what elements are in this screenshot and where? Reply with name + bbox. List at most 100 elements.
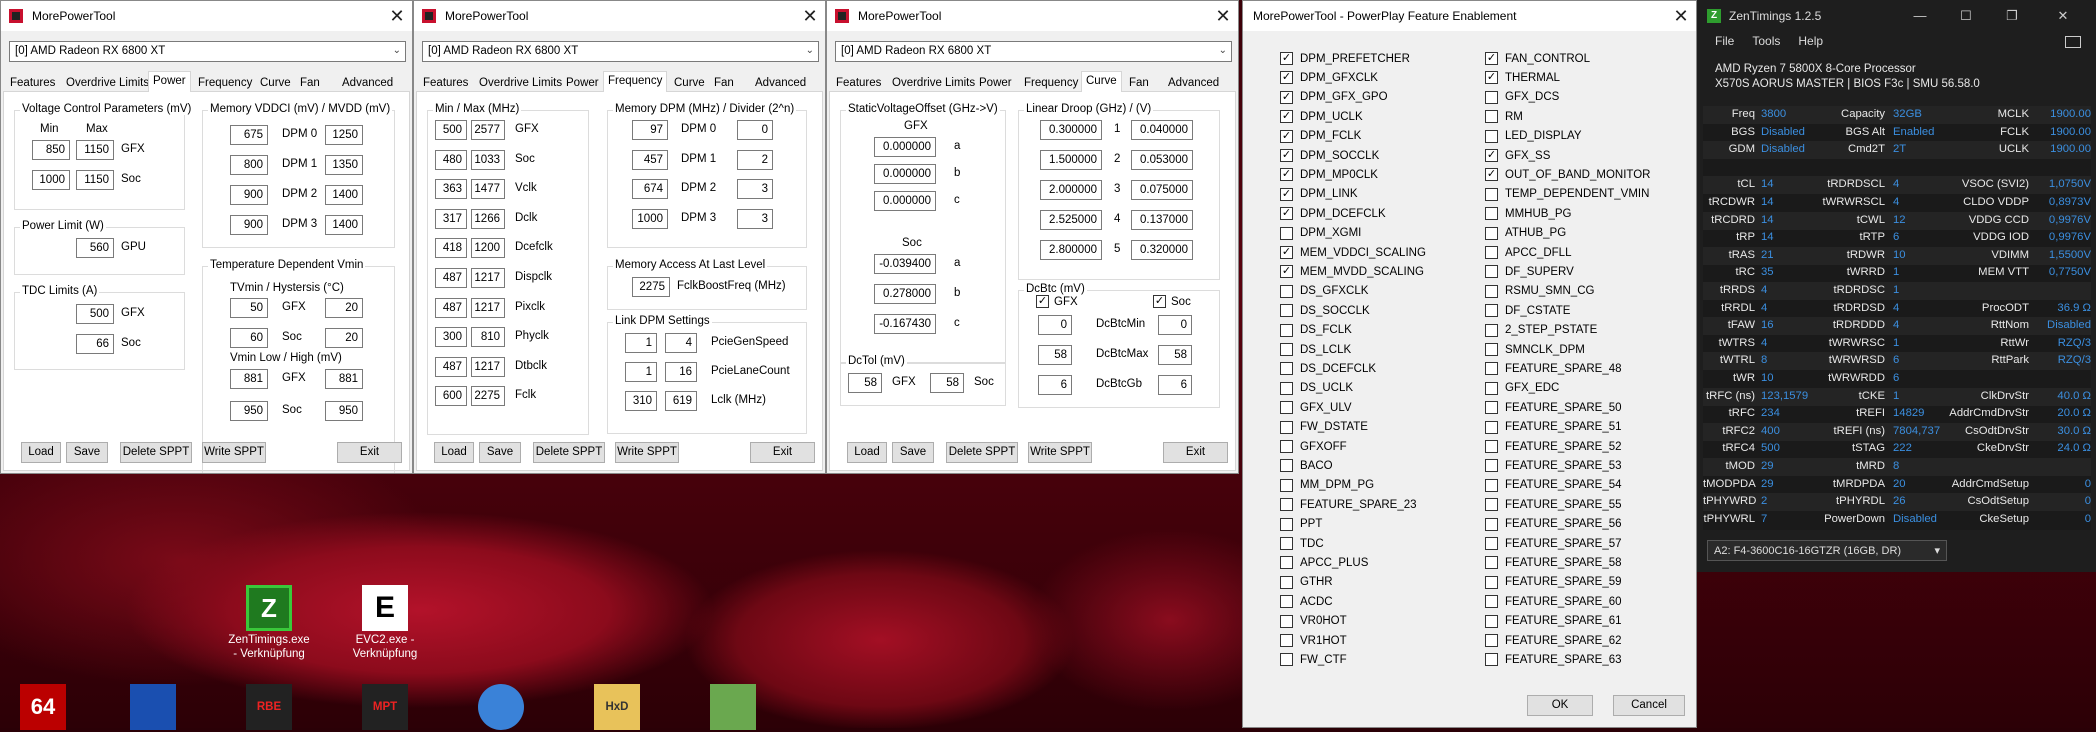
feature-checkbox-item[interactable]: DS_SOCCLK <box>1280 301 1370 320</box>
checkbox-unchecked-icon[interactable] <box>1280 614 1293 628</box>
power-limit-field[interactable]: 560 <box>76 238 114 258</box>
tv-gfx-b-field[interactable]: 20 <box>325 298 363 318</box>
tab-fan[interactable]: Fan <box>295 73 325 92</box>
memory-module-select[interactable]: A2: F4-3600C16-16GTZR (16GB, DR) ▾ <box>1707 540 1947 561</box>
load-button[interactable]: Load <box>21 442 61 463</box>
checkbox-unchecked-icon[interactable] <box>1485 362 1498 376</box>
feature-checkbox-item[interactable]: ✓ DPM_PREFETCHER <box>1280 49 1410 68</box>
feature-checkbox-item[interactable]: ✓ DPM_LINK <box>1280 185 1358 204</box>
restore-icon[interactable]: ❐ <box>1989 0 2035 31</box>
tab-frequency[interactable]: Frequency <box>193 73 257 92</box>
screenshot-icon[interactable] <box>2065 36 2081 48</box>
droop-freq-field[interactable]: 0.300000 <box>1040 120 1102 140</box>
tab-power[interactable]: Power <box>148 71 191 92</box>
memdpm-divider-field[interactable]: 0 <box>737 120 773 140</box>
dpm-vddci-field[interactable]: 900 <box>230 185 268 205</box>
checkbox-unchecked-icon[interactable] <box>1485 614 1498 628</box>
feature-checkbox-item[interactable]: SMNCLK_DPM <box>1485 340 1585 359</box>
tab-features[interactable]: Features <box>5 73 60 92</box>
lclk-b-field[interactable]: 619 <box>665 391 697 411</box>
cancel-button[interactable]: Cancel <box>1613 695 1685 716</box>
write-sppt-button[interactable]: Write SPPT <box>202 442 266 463</box>
memdpm-freq-field[interactable]: 457 <box>632 149 668 170</box>
menu-tools[interactable]: Tools <box>1752 34 1780 48</box>
maximize-icon[interactable]: ☐ <box>1943 0 1989 31</box>
droop-volt-field[interactable]: 0.040000 <box>1131 120 1193 140</box>
dcbtc-soc-field[interactable]: 0 <box>1158 315 1192 335</box>
feature-checkbox-item[interactable]: FEATURE_SPARE_23 <box>1280 495 1417 514</box>
checkbox-unchecked-icon[interactable] <box>1280 517 1293 531</box>
checkbox-checked-icon[interactable]: ✓ <box>1280 129 1293 143</box>
checkbox-checked-icon[interactable]: ✓ <box>1280 149 1293 162</box>
checkbox-unchecked-icon[interactable] <box>1485 517 1498 531</box>
desktop-icon-hxd[interactable]: HxD <box>574 684 660 732</box>
load-button[interactable]: Load <box>847 442 887 463</box>
dcbtc-gfx-field[interactable]: 6 <box>1038 375 1072 395</box>
freq-min-field[interactable]: 487 <box>435 356 467 377</box>
svo-gfx-field[interactable]: 0.000000 <box>874 164 936 184</box>
save-button[interactable]: Save <box>479 442 521 463</box>
feature-checkbox-item[interactable]: DF_SUPERV <box>1485 262 1574 281</box>
vc-gfx-min-field[interactable]: 850 <box>32 140 70 160</box>
feature-checkbox-item[interactable]: FEATURE_SPARE_54 <box>1485 476 1622 495</box>
checkbox-unchecked-icon[interactable] <box>1485 343 1498 356</box>
gpu-select[interactable]: [0] AMD Radeon RX 6800 XT ⌄ <box>422 41 819 62</box>
checkbox-unchecked-icon[interactable] <box>1280 226 1293 240</box>
delete-sppt-button[interactable]: Delete SPPT <box>120 442 192 463</box>
svo-soc-field[interactable]: 0.278000 <box>874 284 936 304</box>
freq-min-field[interactable]: 487 <box>435 297 467 318</box>
feature-checkbox-item[interactable]: 2_STEP_PSTATE <box>1485 321 1597 340</box>
feature-checkbox-item[interactable]: ✓ GFX_SS <box>1485 146 1550 165</box>
ok-button[interactable]: OK <box>1527 695 1593 716</box>
memdpm-freq-field[interactable]: 674 <box>632 179 668 200</box>
vm-gfx-b-field[interactable]: 881 <box>325 369 363 389</box>
tab-power[interactable]: Power <box>561 73 604 92</box>
feature-checkbox-item[interactable]: TDC <box>1280 534 1324 553</box>
checkbox-unchecked-icon[interactable] <box>1280 575 1293 589</box>
checkbox-unchecked-icon[interactable] <box>1485 653 1498 667</box>
checkbox-checked-icon[interactable]: ✓ <box>1485 71 1498 85</box>
vc-gfx-max-field[interactable]: 1150 <box>76 140 114 160</box>
checkbox-unchecked-icon[interactable] <box>1485 634 1498 647</box>
exit-button[interactable]: Exit <box>337 442 402 463</box>
feature-checkbox-item[interactable]: RSMU_SMN_CG <box>1485 282 1594 301</box>
desktop-icon-aida64[interactable]: 64 <box>0 684 86 732</box>
checkbox-unchecked-icon[interactable] <box>1280 459 1293 473</box>
feature-checkbox-item[interactable]: FEATURE_SPARE_55 <box>1485 495 1622 514</box>
close-icon[interactable]: ✕ <box>1208 1 1238 31</box>
checkbox-unchecked-icon[interactable] <box>1485 498 1498 512</box>
write-sppt-button[interactable]: Write SPPT <box>615 442 679 463</box>
dpm-vddci-field[interactable]: 675 <box>230 125 268 145</box>
desktop-icon-rbe[interactable]: RBE <box>226 684 312 732</box>
dcbtc-gfx-field[interactable]: 58 <box>1038 345 1072 365</box>
checkbox-unchecked-icon[interactable] <box>1280 362 1293 376</box>
tab-curve[interactable]: Curve <box>255 73 296 92</box>
feature-checkbox-item[interactable]: DS_GFXCLK <box>1280 282 1368 301</box>
feature-checkbox-item[interactable]: ✓ DPM_GFX_GPO <box>1280 88 1388 107</box>
memdpm-divider-field[interactable]: 3 <box>737 208 773 229</box>
feature-checkbox-item[interactable]: RM <box>1485 107 1523 126</box>
freq-min-field[interactable]: 300 <box>435 327 467 348</box>
freq-min-field[interactable]: 500 <box>435 120 467 140</box>
tdc-soc-field[interactable]: 66 <box>76 334 114 354</box>
tab-features[interactable]: Features <box>418 73 473 92</box>
freq-min-field[interactable]: 600 <box>435 386 467 407</box>
feature-checkbox-item[interactable]: FEATURE_SPARE_58 <box>1485 553 1622 572</box>
feature-checkbox-item[interactable]: FEATURE_SPARE_62 <box>1485 631 1622 650</box>
dcbtc-gfx-field[interactable]: 0 <box>1038 315 1072 335</box>
feature-checkbox-item[interactable]: FEATURE_SPARE_51 <box>1485 418 1622 437</box>
freq-min-field[interactable]: 487 <box>435 268 467 288</box>
feature-checkbox-item[interactable]: ✓ MEM_VDDCI_SCALING <box>1280 243 1426 262</box>
checkbox-unchecked-icon[interactable] <box>1485 556 1498 570</box>
tab-advanced[interactable]: Advanced <box>750 73 811 92</box>
feature-checkbox-item[interactable]: DPM_XGMI <box>1280 224 1361 243</box>
save-button[interactable]: Save <box>892 442 934 463</box>
checkbox-checked-icon[interactable]: ✓ <box>1485 52 1498 65</box>
checkbox-unchecked-icon[interactable] <box>1485 537 1498 550</box>
feature-checkbox-item[interactable]: GFX_DCS <box>1485 88 1559 107</box>
close-icon[interactable]: ✕ <box>382 1 412 31</box>
tab-overdrive-limits[interactable]: Overdrive Limits <box>887 73 980 92</box>
close-icon[interactable]: ✕ <box>2040 0 2086 31</box>
droop-freq-field[interactable]: 2.000000 <box>1040 180 1102 200</box>
desktop-icon-app7[interactable] <box>690 684 776 732</box>
